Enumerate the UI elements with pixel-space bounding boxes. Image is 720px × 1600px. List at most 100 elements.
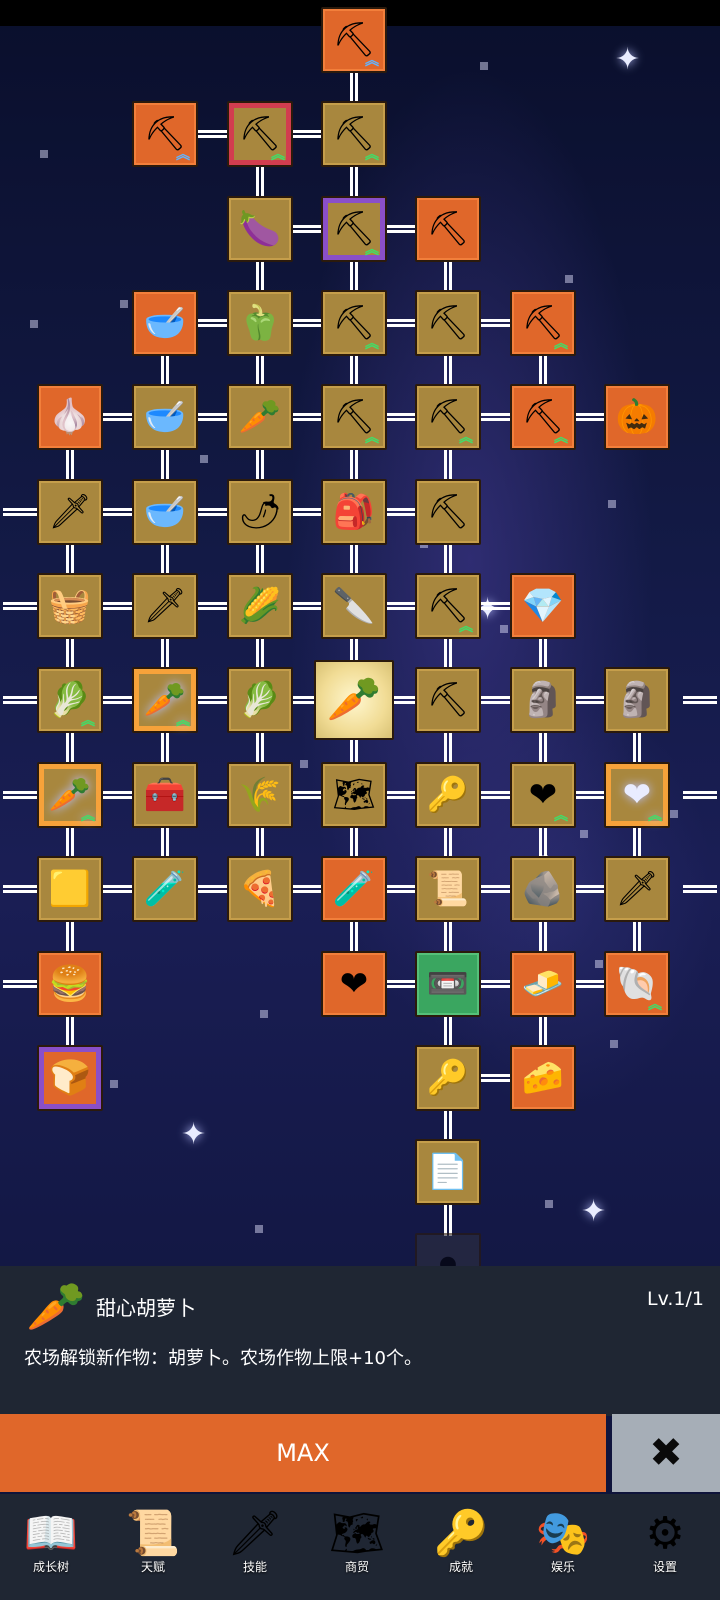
tree-node-sword-gold[interactable]: 🗡: [37, 479, 103, 545]
tree-node-pickaxe-r4[interactable]: ⛏: [415, 290, 481, 356]
tree-node-shovel-top[interactable]: ⛏ ︽: [321, 7, 387, 73]
map-icon: 🗺: [332, 775, 376, 815]
item-name: 甜心胡萝卜: [96, 1296, 196, 1320]
tree-node-cassette[interactable]: 📼: [415, 951, 481, 1017]
tree-node-shovel-r4[interactable]: ⛏ ︽: [321, 290, 387, 356]
tree-node-pizza[interactable]: 🍕: [227, 856, 293, 922]
bowl-icon: 🥣: [143, 397, 187, 437]
tree-node-backpack[interactable]: 🎒: [321, 479, 387, 545]
star-dot: [120, 300, 128, 308]
star-dot: [608, 500, 616, 508]
connector-link: [195, 696, 230, 704]
tree-node-wheat[interactable]: 🌾: [227, 762, 293, 828]
tree-node-parchment[interactable]: 📄: [415, 1139, 481, 1205]
star-dot: [565, 275, 573, 283]
tree-node-radish[interactable]: 🥕: [227, 384, 293, 450]
tree-node-carrot-upgrade[interactable]: 🥕 ︽: [132, 667, 198, 733]
scarecrow-icon: 🎃: [615, 397, 659, 437]
tree-node-sword-wood[interactable]: 🗡: [604, 856, 670, 922]
item-level: Lv.1/1: [647, 1288, 704, 1310]
tree-node-basket[interactable]: 🧺: [37, 573, 103, 639]
tree-node-map[interactable]: 🗺: [321, 762, 387, 828]
tree-node-chili[interactable]: 🌶: [227, 479, 293, 545]
tree-node-fossil[interactable]: 🐚 ︽: [604, 951, 670, 1017]
star-dot: [580, 830, 588, 838]
tree-node-cabbage-1[interactable]: 🥬 ︽: [37, 667, 103, 733]
tree-node-shovel-r5[interactable]: ⛏ ︽: [321, 384, 387, 450]
tree-node-key-gold[interactable]: 🔑: [415, 762, 481, 828]
tree-node-garlic[interactable]: 🧄: [37, 384, 103, 450]
connector-link: [195, 508, 230, 516]
tree-node-pickaxe-green-r5[interactable]: ⛏ ︽: [510, 384, 576, 450]
sword-icon: 🗡: [615, 869, 659, 909]
connector-link: [161, 825, 169, 859]
nav-item-skills[interactable]: 🗡 技能: [204, 1494, 306, 1600]
tree-node-cheese[interactable]: 🧀: [510, 1045, 576, 1111]
connector-link: [633, 919, 641, 954]
close-button[interactable]: ✖: [612, 1414, 720, 1492]
tree-node-shovel-left[interactable]: ⛏ ︽: [132, 101, 198, 167]
nav-item-achievements[interactable]: 🔑 成就: [410, 1494, 512, 1600]
tree-node-statue-2[interactable]: 🗿: [604, 667, 670, 733]
tree-node-cabbage-2[interactable]: 🥬: [227, 667, 293, 733]
tree-node-burger[interactable]: 🍔: [37, 951, 103, 1017]
tree-node-carrot-boost[interactable]: 🥕 ︽: [37, 762, 103, 828]
tree-node-heart-3[interactable]: ❤: [321, 951, 387, 1017]
tree-node-butter[interactable]: 🧈: [510, 951, 576, 1017]
tree-node-corn[interactable]: 🌽: [227, 573, 293, 639]
tree-node-pickaxe-green-r4[interactable]: ⛏ ︽: [510, 290, 576, 356]
tree-node-shovel-purple[interactable]: ⛏ ︽: [321, 196, 387, 262]
tree-node-sword-iron[interactable]: 🗡: [132, 573, 198, 639]
tree-node-bowl-3[interactable]: 🥣: [132, 479, 198, 545]
connector-link: [444, 1108, 452, 1142]
connector-link: [256, 259, 264, 293]
tree-node-pickaxe-r5[interactable]: ⛏ ︽: [415, 384, 481, 450]
close-icon: ✖: [649, 1430, 683, 1476]
tree-node-heart-1[interactable]: ❤ ︽: [510, 762, 576, 828]
connector-link: [384, 508, 418, 516]
connector-link: [195, 130, 230, 138]
tree-node-pickaxe-green-r6[interactable]: ⛏: [415, 479, 481, 545]
tree-node-shovel-right[interactable]: ⛏ ︽: [321, 101, 387, 167]
tree-node-pickaxe-r8[interactable]: ⛏: [415, 667, 481, 733]
nav-label: 成就: [448, 1560, 473, 1574]
tree-node-bread-card[interactable]: 🍞: [37, 1045, 103, 1111]
tree-node-pepper[interactable]: 🫑: [227, 290, 293, 356]
star-dot: [480, 62, 488, 70]
statue-icon: 🗿: [615, 680, 659, 720]
nav-item-trade[interactable]: 🗺 商贸: [306, 1494, 408, 1600]
nav-item-talent[interactable]: 📜 天赋: [102, 1494, 204, 1600]
tree-node-potion-green[interactable]: 🧪: [321, 856, 387, 922]
tree-node-chest[interactable]: 🧰: [132, 762, 198, 828]
tree-node-shovel-mid[interactable]: ⛏ ︽: [227, 101, 293, 167]
tree-node-dagger[interactable]: 🔪: [321, 573, 387, 639]
nav-item-growth-tree[interactable]: 📖 成长树: [0, 1494, 102, 1600]
tree-node-stone[interactable]: 🪨: [510, 856, 576, 922]
nav-item-entertainment[interactable]: 🎭 娱乐: [512, 1494, 614, 1600]
tree-node-eggplant[interactable]: 🍆: [227, 196, 293, 262]
tree-node-potion-yellow[interactable]: 🧪: [132, 856, 198, 922]
tree-node-scarecrow[interactable]: 🎃: [604, 384, 670, 450]
connector-link: [256, 825, 264, 859]
tree-node-pickaxe-gold[interactable]: ⛏: [415, 196, 481, 262]
tree-node-bowl-2[interactable]: 🥣: [132, 384, 198, 450]
nav-label: 娱乐: [550, 1560, 575, 1574]
nav-item-settings[interactable]: ⚙ 设置: [614, 1494, 716, 1600]
tree-node-statue-1[interactable]: 🗿: [510, 667, 576, 733]
connector-link: [256, 542, 264, 576]
connector-link: [100, 696, 135, 704]
connector-link: [633, 825, 641, 859]
tree-node-crystal[interactable]: 💎: [510, 573, 576, 639]
tree-node-key-iron[interactable]: 🔑: [415, 1045, 481, 1111]
tree-node-gold-bar[interactable]: 🟨: [37, 856, 103, 922]
tree-node-pickaxe-r7[interactable]: ⛏ ︽: [415, 573, 481, 639]
tree-node-bowl-1[interactable]: 🥣: [132, 290, 198, 356]
max-button[interactable]: MAX: [0, 1414, 606, 1492]
connector-link: [444, 259, 452, 293]
potion-icon: 🧪: [332, 869, 376, 909]
tree-node-carrot-selected[interactable]: 🥕: [314, 660, 394, 740]
tree-node-scroll[interactable]: 📜: [415, 856, 481, 922]
tree-node-heart-2[interactable]: ❤ ︽: [604, 762, 670, 828]
connector-link: [384, 225, 418, 233]
connector-link: [350, 164, 358, 199]
